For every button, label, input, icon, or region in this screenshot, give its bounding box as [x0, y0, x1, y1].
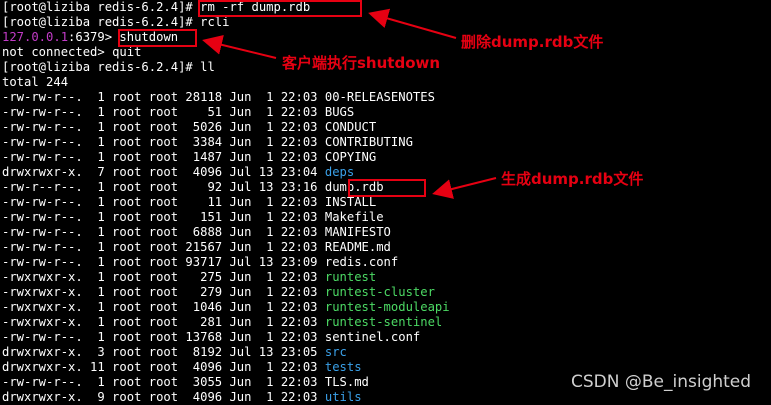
arrow-dump — [432, 177, 497, 199]
arrow-delete — [368, 8, 457, 39]
watermark: CSDN @Be_insighted — [571, 372, 752, 392]
arrow-shutdown — [202, 35, 277, 59]
annotation-client-shutdown: 客户端执行shutdown — [282, 54, 441, 72]
annotation-generated-dump: 生成dump.rdb文件 — [501, 170, 644, 188]
annotation-delete-dump: 删除dump.rdb文件 — [461, 33, 604, 51]
